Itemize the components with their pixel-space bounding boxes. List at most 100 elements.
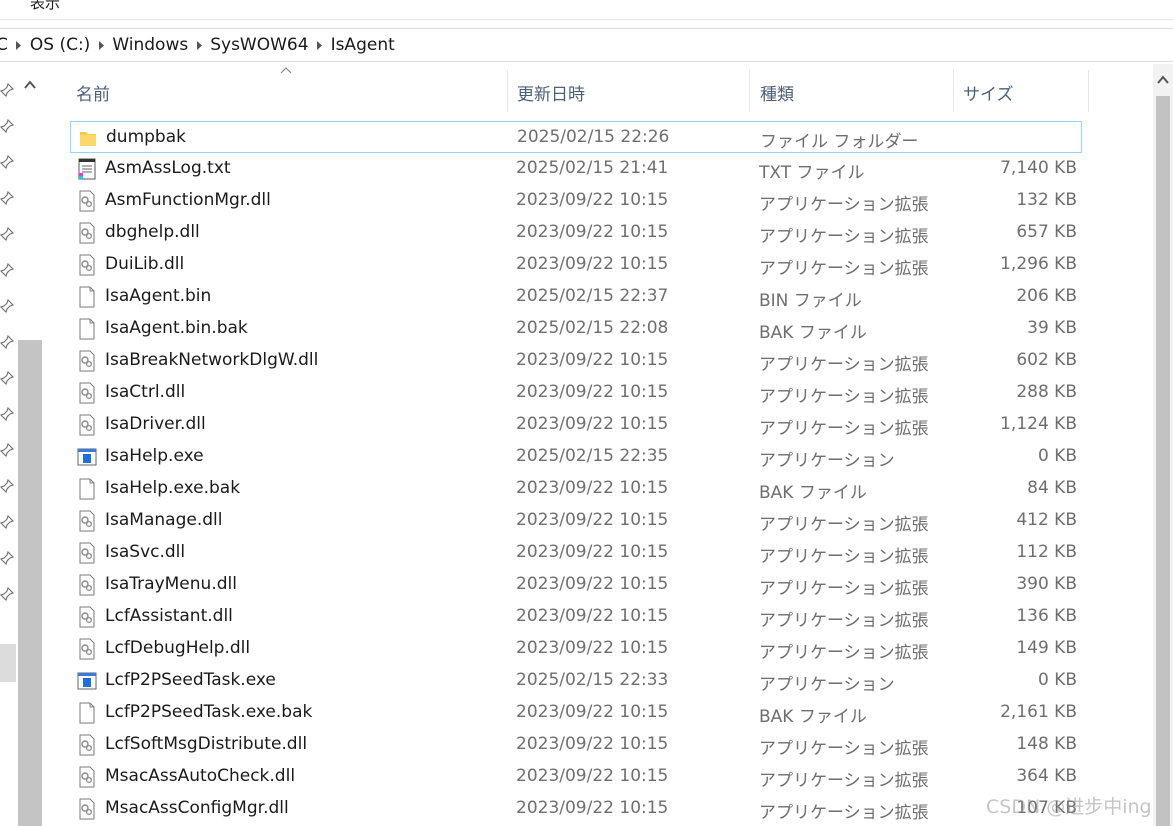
file-row[interactable]: IsaCtrl.dll 2023/09/22 10:15 アプリケーション拡張 288… <box>70 377 1082 409</box>
file-size: 364 KB <box>1016 766 1077 786</box>
dll-icon <box>77 222 97 244</box>
pin-icon[interactable] <box>0 370 15 386</box>
pin-icon[interactable] <box>0 406 15 422</box>
file-size: 132 KB <box>1016 190 1077 210</box>
column-name[interactable]: 名前 <box>76 80 110 105</box>
chevron-right-icon[interactable] <box>8 40 30 51</box>
file-size: 602 KB <box>1016 350 1077 370</box>
address-bar[interactable]: C OS (C:) Windows SysWOW64 IsAgent <box>0 28 1173 62</box>
chevron-right-icon[interactable] <box>309 40 331 51</box>
file-row[interactable]: IsaBreakNetworkDlgW.dll 2023/09/22 10:15 ア… <box>70 345 1082 377</box>
file-type: ファイル フォルダー <box>760 132 919 152</box>
file-size: 112 KB <box>1016 542 1077 562</box>
file-name: DuiLib.dll <box>105 254 185 274</box>
breadcrumb: C OS (C:) Windows SysWOW64 IsAgent <box>0 35 395 55</box>
pin-icon[interactable] <box>0 118 15 134</box>
file-row[interactable]: AsmFunctionMgr.dll 2023/09/22 10:15 アプリケーシ… <box>70 185 1082 217</box>
file-row[interactable]: LcfDebugHelp.dll 2023/09/22 10:15 アプリケーション… <box>70 633 1082 665</box>
file-row[interactable]: IsaDriver.dll 2023/09/22 10:15 アプリケーション拡張 1… <box>70 409 1082 441</box>
breadcrumb-item-c-drive[interactable]: OS (C:) <box>30 35 90 55</box>
column-divider[interactable] <box>953 70 954 112</box>
file-row[interactable]: MsacAssAutoCheck.dll 2023/09/22 10:15 アプリケ… <box>70 761 1082 793</box>
breadcrumb-item-isagent[interactable]: IsAgent <box>331 35 395 55</box>
scroll-up-icon[interactable] <box>1156 74 1170 86</box>
file-row[interactable]: IsaSvc.dll 2023/09/22 10:15 アプリケーション拡張 112 … <box>70 537 1082 569</box>
blank-file-icon <box>77 286 97 308</box>
file-row[interactable]: AsmAssLog.txt 2025/02/15 21:41 TXT ファイル 7,1… <box>70 153 1082 185</box>
file-row[interactable]: dumpbak 2025/02/15 22:26 ファイル フォルダー <box>70 121 1082 153</box>
exe-icon <box>77 446 97 468</box>
nav-scrollbar[interactable] <box>18 340 42 826</box>
column-divider[interactable] <box>1088 70 1089 112</box>
file-row[interactable]: IsaManage.dll 2023/09/22 10:15 アプリケーション拡張 4… <box>70 505 1082 537</box>
file-size: 206 KB <box>1016 286 1077 306</box>
file-row[interactable]: LcfP2PSeedTask.exe.bak 2023/09/22 10:15 BA… <box>70 697 1082 729</box>
file-row[interactable]: MsacAssConfigMgr.dll 2023/09/22 10:15 アプリケ… <box>70 793 1082 825</box>
vertical-scrollbar[interactable] <box>1153 64 1173 826</box>
menu-bar: 表示 <box>0 0 1173 20</box>
pin-icon[interactable] <box>0 478 15 494</box>
pin-icon[interactable] <box>0 442 15 458</box>
pin-icon[interactable] <box>0 262 15 278</box>
file-type: アプリケーション拡張 <box>759 355 929 375</box>
file-row[interactable]: LcfAssistant.dll 2023/09/22 10:15 アプリケーション… <box>70 601 1082 633</box>
pin-icon[interactable] <box>0 226 15 242</box>
file-date: 2023/09/22 10:15 <box>516 510 669 530</box>
file-row[interactable]: IsaAgent.bin.bak 2025/02/15 22:08 BAK ファイル… <box>70 313 1082 345</box>
breadcrumb-item-syswow64[interactable]: SysWOW64 <box>210 35 308 55</box>
file-type: アプリケーション拡張 <box>759 515 929 535</box>
file-row[interactable]: DuiLib.dll 2023/09/22 10:15 アプリケーション拡張 1,29… <box>70 249 1082 281</box>
file-size: 288 KB <box>1016 382 1077 402</box>
blank-file-icon <box>77 478 97 500</box>
pin-icon[interactable] <box>0 514 15 530</box>
column-type[interactable]: 種類 <box>760 80 794 105</box>
dll-icon <box>77 382 97 404</box>
file-size: 7,140 KB <box>1000 158 1077 178</box>
file-type: BAK ファイル <box>759 707 867 727</box>
file-date: 2023/09/22 10:15 <box>516 254 669 274</box>
pin-icon[interactable] <box>0 190 15 206</box>
file-name: dumpbak <box>106 127 186 147</box>
scrollbar-thumb[interactable] <box>1156 96 1170 826</box>
chevron-right-icon[interactable] <box>90 40 112 51</box>
dll-icon <box>77 798 97 820</box>
breadcrumb-item-windows[interactable]: Windows <box>112 35 188 55</box>
column-size[interactable]: サイズ <box>963 80 1014 105</box>
pin-icon[interactable] <box>0 334 15 350</box>
pin-icon[interactable] <box>0 82 15 98</box>
scroll-up-icon[interactable] <box>22 78 38 92</box>
file-row[interactable]: IsaTrayMenu.dll 2023/09/22 10:15 アプリケーション拡… <box>70 569 1082 601</box>
file-row[interactable]: LcfSoftMsgDistribute.dll 2023/09/22 10:15… <box>70 729 1082 761</box>
file-row[interactable]: IsaHelp.exe.bak 2023/09/22 10:15 BAK ファイル 8… <box>70 473 1082 505</box>
file-type: アプリケーション拡張 <box>759 739 929 759</box>
file-list: 名前 更新日時 種類 サイズ dumpbak 2025/02/15 22:26 ファ… <box>42 64 1153 826</box>
file-date: 2023/09/22 10:15 <box>516 606 669 626</box>
file-size: 1,124 KB <box>1000 414 1077 434</box>
column-divider[interactable] <box>749 70 750 112</box>
pin-icon[interactable] <box>0 154 15 170</box>
file-date: 2023/09/22 10:15 <box>516 414 669 434</box>
pin-icon[interactable] <box>0 298 15 314</box>
file-date: 2023/09/22 10:15 <box>516 478 669 498</box>
file-name: AsmAssLog.txt <box>105 158 231 178</box>
file-row[interactable]: IsaHelp.exe 2025/02/15 22:35 アプリケーション 0 KB <box>70 441 1082 473</box>
dll-icon <box>77 766 97 788</box>
file-size: 149 KB <box>1016 638 1077 658</box>
pin-icon[interactable] <box>0 586 15 602</box>
file-date: 2023/09/22 10:15 <box>516 542 669 562</box>
column-divider[interactable] <box>507 70 508 112</box>
menu-view[interactable]: 表示 <box>30 0 60 13</box>
file-type: BIN ファイル <box>759 291 862 311</box>
file-row[interactable]: LcfP2PSeedTask.exe 2025/02/15 22:33 アプリケーシ… <box>70 665 1082 697</box>
file-row[interactable]: dbghelp.dll 2023/09/22 10:15 アプリケーション拡張 657… <box>70 217 1082 249</box>
breadcrumb-root[interactable]: C <box>0 35 8 55</box>
file-size: 412 KB <box>1016 510 1077 530</box>
column-date[interactable]: 更新日時 <box>517 80 585 105</box>
pin-icon[interactable] <box>0 550 15 566</box>
file-name: IsaHelp.exe <box>105 446 204 466</box>
file-date: 2023/09/22 10:15 <box>516 734 669 754</box>
nav-scrollbar-segment[interactable] <box>0 644 16 682</box>
file-row[interactable]: IsaAgent.bin 2025/02/15 22:37 BIN ファイル 206 … <box>70 281 1082 313</box>
file-date: 2023/09/22 10:15 <box>516 574 669 594</box>
chevron-right-icon[interactable] <box>188 40 210 51</box>
